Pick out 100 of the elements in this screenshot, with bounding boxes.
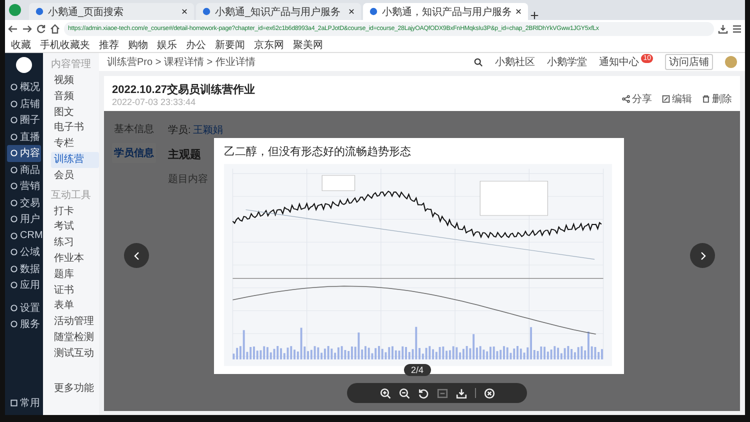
edit-icon: [662, 95, 670, 103]
bookmark[interactable]: 娱乐: [157, 38, 177, 52]
nav-item[interactable]: 公域: [7, 244, 41, 260]
note-box: [322, 175, 356, 191]
nav-item[interactable]: 服务: [7, 316, 41, 332]
bookmark[interactable]: 购物: [128, 38, 148, 52]
nav-item[interactable]: 店铺: [7, 96, 41, 112]
image-caption: 乙二醇，但没有形态好的流畅趋势形态: [224, 144, 412, 159]
student-label: 学员:: [168, 124, 191, 137]
note-box: [480, 180, 548, 216]
action-link[interactable]: 删除: [702, 92, 732, 106]
circle-icon: [10, 281, 18, 290]
bookmark[interactable]: 办公: [186, 38, 206, 52]
nav-item[interactable]: 应用: [7, 277, 41, 294]
nav-item[interactable]: 商品: [7, 162, 41, 178]
nav-item[interactable]: 交易: [7, 194, 41, 211]
subnav-item[interactable]: 音频: [51, 88, 99, 105]
bookmark[interactable]: 推荐: [99, 38, 119, 52]
bookmark[interactable]: 新要闻: [215, 38, 245, 52]
subnav-item[interactable]: 测试互动: [51, 346, 99, 362]
circle-icon: [10, 149, 18, 158]
browser-logo-icon: [9, 4, 21, 16]
subnav-item[interactable]: 打卡: [51, 204, 99, 220]
nav-item[interactable]: 用户: [7, 211, 41, 228]
nav-item[interactable]: 直播: [7, 128, 41, 145]
chevron-left-icon: [132, 250, 142, 260]
action-link[interactable]: 编辑: [662, 92, 692, 106]
nav-item[interactable]: 概况: [7, 79, 41, 96]
circle-icon: [10, 83, 18, 92]
more-features-link[interactable]: 更多功能: [51, 381, 99, 397]
subnav-item[interactable]: 证书: [51, 282, 99, 298]
app-logo-icon: [16, 57, 32, 73]
bookmark[interactable]: 收藏: [11, 38, 31, 52]
section-title: 主观题: [168, 148, 202, 162]
section-heading: 内容管理: [51, 58, 92, 72]
subnav-item[interactable]: 题库: [51, 266, 99, 283]
frame-icon: [436, 388, 448, 398]
circle-icon: [10, 304, 18, 312]
bookmark[interactable]: 京东网: [254, 38, 284, 52]
circle-icon: [10, 248, 18, 256]
bookmark[interactable]: 聚美网: [293, 38, 323, 52]
subnav-item[interactable]: 随堂检测: [51, 330, 99, 346]
zoom-out-icon: [398, 388, 410, 398]
page-counter: 2/4: [404, 364, 431, 376]
circle-icon: [10, 116, 18, 124]
date-text: 2022-07-03 23:33:44: [112, 97, 197, 107]
circle-icon: [10, 264, 18, 273]
zoom-in-icon: [380, 388, 390, 398]
bookmark[interactable]: 手机收藏夹: [40, 38, 90, 52]
nav-item[interactable]: 内容: [7, 145, 41, 162]
browser-tab[interactable]: 小鹅通_知识产品与用户服务: [196, 3, 361, 20]
download-icon: [456, 388, 466, 398]
close-icon: [348, 8, 355, 15]
nav-item[interactable]: CRM: [7, 228, 41, 244]
nav-item[interactable]: 常用: [7, 394, 41, 411]
subnav-item[interactable]: 会员: [51, 168, 99, 184]
nav-item[interactable]: 设置: [7, 300, 41, 316]
circle-icon: [10, 132, 18, 141]
circle-icon: [10, 232, 18, 240]
nav-item[interactable]: 数据: [7, 260, 41, 277]
close-icon: [515, 8, 522, 15]
forward-icon: [22, 24, 32, 34]
close-icon: [181, 8, 188, 15]
search-icon: [474, 58, 484, 66]
menu-icon: [732, 24, 742, 34]
subnav-item[interactable]: 专栏: [51, 136, 99, 152]
visit-shop-button[interactable]: 访问店铺: [665, 54, 713, 70]
subnav-item[interactable]: 训练营: [51, 152, 99, 168]
subnav-item[interactable]: 活动管理: [51, 314, 99, 330]
header-link[interactable]: 小鹅社区: [495, 55, 536, 69]
subnav-item[interactable]: 表单: [51, 298, 99, 314]
subnav-item[interactable]: 电子书: [51, 120, 99, 136]
trash-icon: [702, 95, 710, 103]
question-label: 题目内容: [168, 172, 209, 186]
header-link[interactable]: 通知中心: [599, 55, 640, 69]
header-link[interactable]: 小鹅学堂: [547, 55, 588, 69]
circle-icon: [10, 198, 18, 207]
home-icon: [50, 24, 60, 34]
circle-icon: [10, 320, 18, 328]
close-icon: [484, 388, 494, 398]
plus-icon: [530, 11, 539, 20]
grid-icon: [10, 398, 18, 407]
action-link[interactable]: 分享: [622, 92, 652, 106]
browser-tab[interactable]: 小鹅通_页面搜索: [29, 3, 194, 20]
rotate-icon: [418, 388, 428, 398]
page-title: 2022.10.27交易员训练营作业: [112, 82, 256, 97]
subnav-item[interactable]: 作业本: [51, 250, 99, 267]
download-icon: [718, 24, 728, 34]
nav-item[interactable]: 营销: [7, 178, 41, 194]
subnav-item[interactable]: 练习: [51, 235, 99, 251]
circle-icon: [10, 182, 18, 190]
circle-icon: [10, 215, 18, 224]
subnav-item[interactable]: 图文: [51, 104, 99, 120]
share-icon: [622, 95, 630, 103]
section-heading: 互动工具: [51, 188, 92, 203]
reload-icon: [36, 24, 46, 34]
nav-item[interactable]: 圈子: [7, 112, 41, 128]
circle-icon: [10, 100, 18, 108]
subnav-item[interactable]: 视频: [51, 73, 99, 89]
subnav-item[interactable]: 考试: [51, 219, 99, 236]
